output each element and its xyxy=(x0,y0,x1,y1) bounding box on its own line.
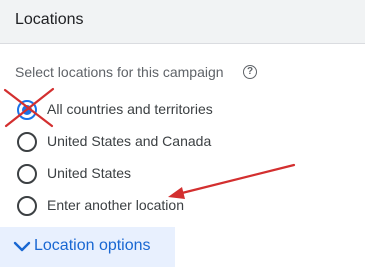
radio-option-enter-location[interactable]: Enter another location xyxy=(17,194,317,218)
radio-button[interactable] xyxy=(17,132,37,152)
radio-option-us-canada[interactable]: United States and Canada xyxy=(17,130,317,154)
radio-option-united-states[interactable]: United States xyxy=(17,162,317,186)
radio-option-all-countries[interactable]: All countries and territories xyxy=(17,98,317,122)
help-icon[interactable]: ? xyxy=(243,65,257,79)
section-title: Locations xyxy=(15,11,84,28)
chevron-down-icon xyxy=(13,241,31,252)
option-label: All countries and territories xyxy=(47,101,213,117)
option-label: Enter another location xyxy=(47,197,184,213)
option-label: United States xyxy=(47,165,132,181)
location-options-button[interactable]: Location options xyxy=(0,227,175,267)
subtitle-text: Select locations for this campaign xyxy=(15,64,224,80)
radio-button[interactable] xyxy=(17,164,37,184)
section-header: Locations xyxy=(0,0,365,44)
location-options-label: Location options xyxy=(34,237,151,254)
option-label: United States and Canada xyxy=(47,133,212,149)
radio-button[interactable] xyxy=(17,196,37,216)
radio-button-selected[interactable] xyxy=(17,100,37,120)
